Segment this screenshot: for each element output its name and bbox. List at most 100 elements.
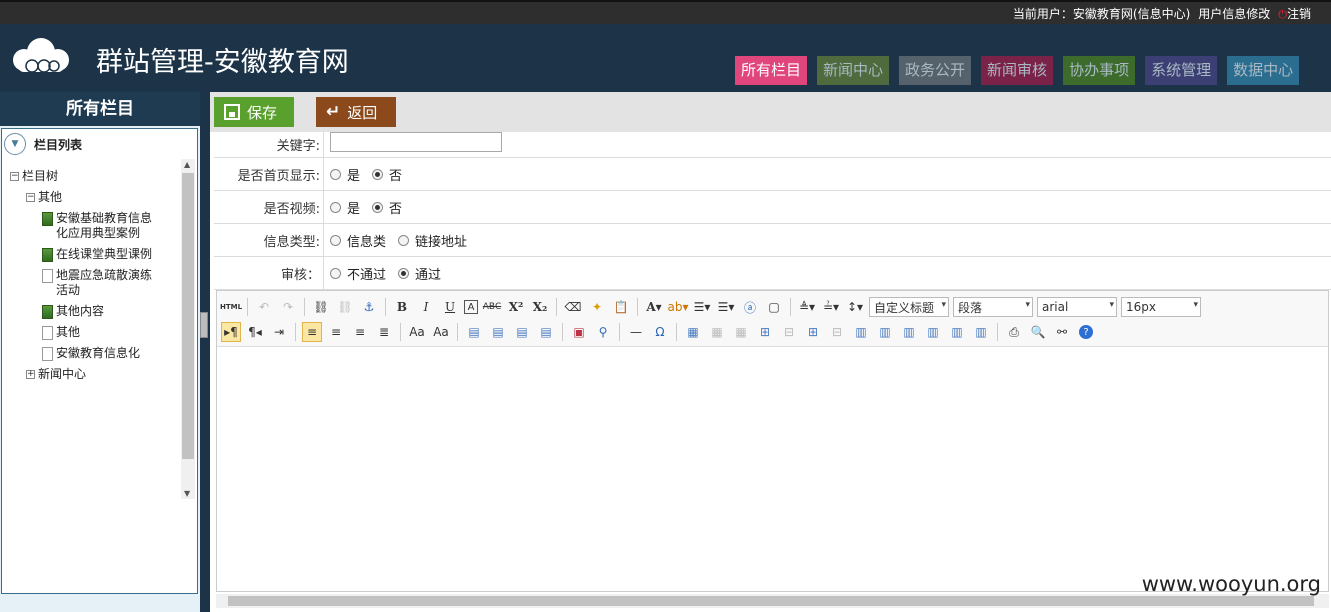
split-cols-icon[interactable]: ▥: [971, 322, 991, 342]
collapse-toggle-icon[interactable]: ▼: [4, 133, 26, 155]
anchor-icon[interactable]: ⚓: [359, 297, 379, 317]
clear-doc-icon[interactable]: ▢: [764, 297, 784, 317]
highlight-color-icon[interactable]: ab▾: [668, 297, 689, 317]
insert-table-icon[interactable]: ▦: [683, 322, 703, 342]
ordered-list-icon[interactable]: ☰▾: [692, 297, 712, 317]
tree-node-item[interactable]: 地震应急疏散演练活动: [10, 268, 180, 298]
uppercase-icon[interactable]: Aa: [407, 322, 427, 342]
align-justify-icon[interactable]: ≣: [374, 322, 394, 342]
attachment-icon[interactable]: ⚲: [593, 322, 613, 342]
delete-col-icon[interactable]: ⊟: [827, 322, 847, 342]
help-button[interactable]: ?: [1076, 322, 1096, 342]
tree-node-item[interactable]: 其他: [10, 325, 180, 340]
select-all-icon[interactable]: ⓐ: [740, 297, 760, 317]
nav-tab-co-affairs[interactable]: 协办事项: [1063, 56, 1136, 85]
homepage-yes-radio[interactable]: [330, 168, 341, 180]
preview-icon[interactable]: 🔍: [1028, 322, 1048, 342]
tree-vertical-scrollbar[interactable]: ▲ ▼: [181, 159, 195, 499]
superscript-icon[interactable]: X²: [506, 297, 526, 317]
insert-paragraph-before-table-icon[interactable]: ▦: [731, 322, 751, 342]
format-brush-icon[interactable]: ✦: [587, 297, 607, 317]
paragraph-select[interactable]: 段落: [953, 297, 1033, 317]
video-no-radio[interactable]: [372, 201, 384, 213]
subscript-icon[interactable]: X₂: [530, 297, 550, 317]
delete-row-icon[interactable]: ⊟: [779, 322, 799, 342]
collapse-icon[interactable]: −: [26, 193, 35, 202]
split-cells-icon[interactable]: ▥: [923, 322, 943, 342]
html-source-button[interactable]: HTML: [220, 297, 242, 317]
row-spacing-bottom-icon[interactable]: ≟▾: [821, 297, 841, 317]
splitter-handle[interactable]: [200, 312, 208, 338]
editor-body[interactable]: [217, 347, 1328, 591]
line-height-icon[interactable]: ↕▾: [845, 297, 865, 317]
insert-image-icon[interactable]: ▣: [569, 322, 589, 342]
collapse-icon[interactable]: −: [10, 172, 19, 181]
unordered-list-icon[interactable]: ☰▾: [716, 297, 736, 317]
font-family-select[interactable]: arial: [1037, 297, 1117, 317]
font-color-icon[interactable]: A▾: [644, 297, 664, 317]
profile-link[interactable]: 用户信息修改: [1198, 5, 1270, 22]
custom-title-select[interactable]: 自定义标题: [869, 297, 949, 317]
scrollbar-thumb[interactable]: [228, 596, 1314, 606]
eraser-icon[interactable]: ⌫: [563, 297, 583, 317]
expand-icon[interactable]: +: [26, 370, 35, 379]
homepage-no-radio[interactable]: [372, 168, 384, 180]
type-link-radio[interactable]: [398, 234, 410, 246]
align-center-icon[interactable]: ≡: [326, 322, 346, 342]
indent-icon[interactable]: ⇥: [269, 322, 289, 342]
tree-node-news-center[interactable]: + 新闻中心: [10, 367, 180, 382]
save-button[interactable]: 保存: [214, 97, 294, 127]
scroll-down-icon[interactable]: ▼: [184, 489, 190, 498]
image-right-icon[interactable]: ▤: [512, 322, 532, 342]
font-border-icon[interactable]: A: [464, 300, 478, 314]
image-center-icon[interactable]: ▤: [536, 322, 556, 342]
link-icon[interactable]: ⛓: [311, 297, 331, 317]
merge-down-icon[interactable]: ▥: [899, 322, 919, 342]
back-button[interactable]: ↵ 返回: [316, 97, 396, 127]
font-size-select[interactable]: 16px: [1121, 297, 1201, 317]
merge-cells-icon[interactable]: ▥: [851, 322, 871, 342]
keyword-input[interactable]: [330, 131, 502, 152]
tree-node-item[interactable]: 安徽教育信息化: [10, 346, 180, 361]
print-icon[interactable]: ⎙: [1004, 322, 1024, 342]
video-yes-radio[interactable]: [330, 201, 341, 213]
tree-node-item[interactable]: 安徽基础教育信息化应用典型案例: [10, 211, 180, 241]
ltr-direction-icon[interactable]: ▸¶: [221, 322, 241, 342]
bold-icon[interactable]: B: [392, 297, 412, 317]
logout-link[interactable]: ⏻注销: [1278, 5, 1311, 22]
lowercase-icon[interactable]: Aa: [431, 322, 451, 342]
redo-icon[interactable]: ↷: [278, 297, 298, 317]
split-rows-icon[interactable]: ▥: [947, 322, 967, 342]
nav-tab-data-center[interactable]: 数据中心: [1227, 56, 1300, 85]
align-right-icon[interactable]: ≡: [350, 322, 370, 342]
align-left-icon[interactable]: ≡: [302, 322, 322, 342]
delete-table-icon[interactable]: ▦: [707, 322, 727, 342]
scrollbar-thumb[interactable]: [182, 173, 194, 459]
undo-icon[interactable]: ↶: [254, 297, 274, 317]
search-replace-icon[interactable]: ⚯: [1052, 322, 1072, 342]
nav-tab-news-audit[interactable]: 新闻审核: [981, 56, 1054, 85]
horizontal-scrollbar[interactable]: [216, 594, 1329, 608]
row-spacing-top-icon[interactable]: ≜▾: [797, 297, 817, 317]
scroll-up-icon[interactable]: ▲: [184, 160, 190, 169]
underline-icon[interactable]: U: [440, 297, 460, 317]
horizontal-rule-icon[interactable]: —: [626, 322, 646, 342]
tree-panel-header[interactable]: ▼ 栏目列表: [4, 133, 82, 155]
audit-pass-radio[interactable]: [398, 267, 410, 279]
insert-row-icon[interactable]: ⊞: [755, 322, 775, 342]
tree-node-root[interactable]: − 栏目树: [10, 169, 180, 184]
nav-tab-all-columns[interactable]: 所有栏目: [735, 56, 808, 85]
paste-text-icon[interactable]: 📋: [611, 297, 631, 317]
tree-node-item[interactable]: 其他内容: [10, 304, 180, 319]
insert-col-icon[interactable]: ⊞: [803, 322, 823, 342]
italic-icon[interactable]: I: [416, 297, 436, 317]
audit-reject-radio[interactable]: [330, 267, 341, 279]
unlink-icon[interactable]: ⛓: [335, 297, 355, 317]
image-left-icon[interactable]: ▤: [488, 322, 508, 342]
special-char-icon[interactable]: Ω: [650, 322, 670, 342]
strikethrough-icon[interactable]: ABC: [482, 297, 502, 317]
tree-node-item[interactable]: 在线课堂典型课例: [10, 247, 180, 262]
nav-tab-news-center[interactable]: 新闻中心: [817, 56, 890, 85]
nav-tab-system-admin[interactable]: 系统管理: [1145, 56, 1218, 85]
tree-node-other-group[interactable]: − 其他: [10, 190, 180, 205]
